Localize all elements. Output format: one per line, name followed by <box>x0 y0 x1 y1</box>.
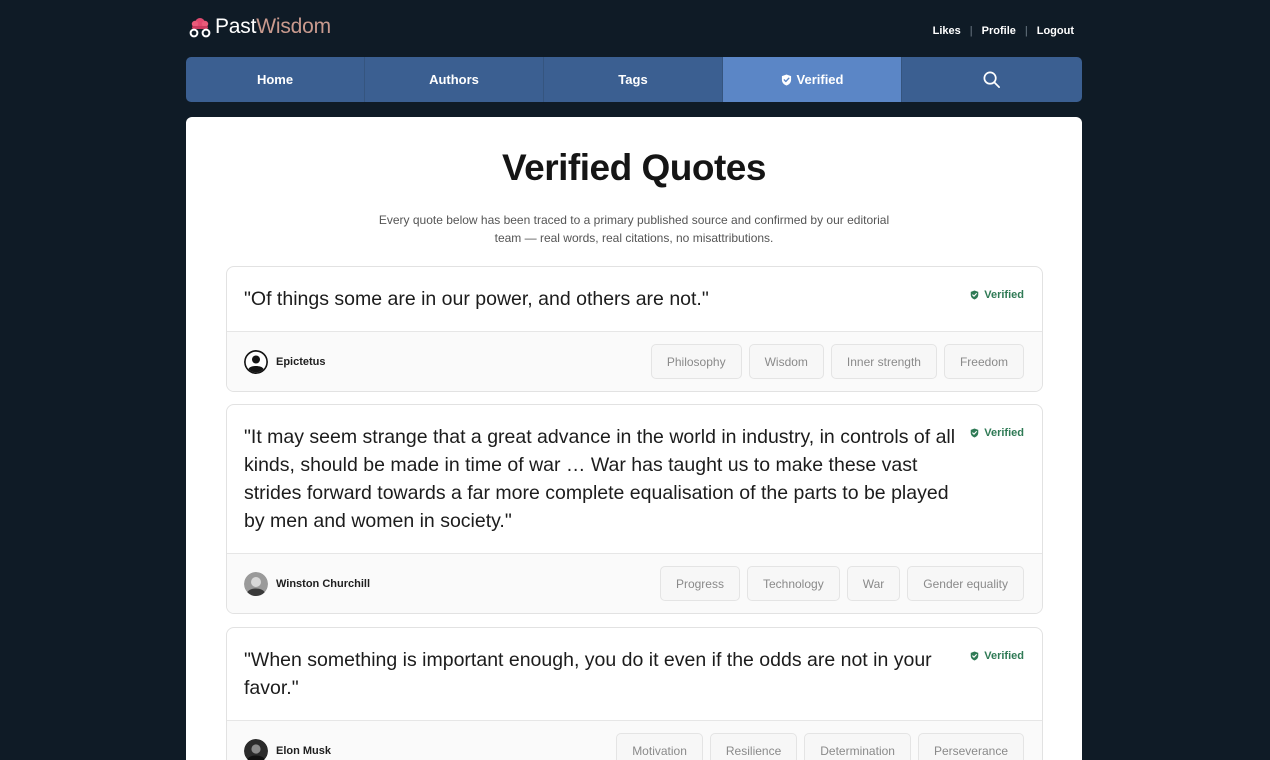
avatar <box>244 571 268 596</box>
logo-text-wisdom: Wisdom <box>256 15 331 38</box>
quote-text: "When something is important enough, you… <box>244 649 932 699</box>
tag-chip[interactable]: Wisdom <box>748 344 824 379</box>
quote-card: "Of things some are in our power, and ot… <box>226 266 1043 392</box>
quote-footer: Winston Churchill Progress Technology Wa… <box>227 554 1042 613</box>
tag-chip[interactable]: Inner strength <box>830 344 937 379</box>
tag-list: Philosophy Wisdom Inner strength Freedom <box>650 344 1024 379</box>
quote-card: "It may seem strange that a great advanc… <box>226 404 1043 614</box>
nav-home[interactable]: Home <box>186 57 365 102</box>
verified-badge-label: Verified <box>984 289 1024 301</box>
page-subtitle: Every quote below has been traced to a p… <box>378 213 890 245</box>
shield-check-icon <box>971 428 979 438</box>
content-panel: Verified Quotes Every quote below has be… <box>186 117 1082 760</box>
shield-check-icon <box>781 74 791 85</box>
verified-badge: Verified <box>970 427 1024 439</box>
separator: | <box>1024 25 1028 37</box>
quote-text: "Of things some are in our power, and ot… <box>244 288 709 310</box>
tag-chip[interactable]: Freedom <box>943 344 1024 379</box>
search-icon <box>983 71 1000 88</box>
tag-chip[interactable]: Philosophy <box>650 344 742 379</box>
nav-verified-label: Verified <box>796 72 844 87</box>
shield-check-icon <box>971 651 979 661</box>
nav-authors[interactable]: Authors <box>365 57 544 102</box>
author-link[interactable]: Winston Churchill <box>244 571 371 596</box>
avatar <box>244 738 268 760</box>
logo-text-past: Past <box>215 15 257 38</box>
nav-tags[interactable]: Tags <box>544 57 723 102</box>
main-nav: Home Authors Tags Verified <box>186 57 1082 102</box>
quote-text: "It may seem strange that a great advanc… <box>244 426 956 532</box>
nav-verified[interactable]: Verified <box>723 57 902 102</box>
author-link[interactable]: Epictetus <box>244 349 326 374</box>
verified-badge: Verified <box>970 289 1024 301</box>
profile-link[interactable]: Profile <box>982 25 1016 37</box>
tag-chip[interactable]: Motivation <box>616 733 703 760</box>
avatar <box>244 349 268 374</box>
tag-chip[interactable]: Gender equality <box>907 566 1024 601</box>
separator: | <box>969 25 973 37</box>
tag-chip[interactable]: War <box>846 566 901 601</box>
tag-chip[interactable]: Technology <box>746 566 840 601</box>
verified-badge-label: Verified <box>984 650 1024 662</box>
nav-home-label: Home <box>256 72 294 87</box>
verified-badge: Verified <box>970 650 1024 662</box>
tag-chip[interactable]: Perseverance <box>917 733 1024 760</box>
site-logo[interactable]: PastWisdom <box>188 14 331 40</box>
logout-link[interactable]: Logout <box>1037 25 1074 37</box>
author-name: Elon Musk <box>276 744 332 757</box>
tag-chip[interactable]: Resilience <box>709 733 798 760</box>
quote-footer: Elon Musk Motivation Resilience Determin… <box>227 721 1042 760</box>
quote-footer: Epictetus Philosophy Wisdom Inner streng… <box>227 332 1042 391</box>
nav-search[interactable] <box>902 57 1081 102</box>
likes-link[interactable]: Likes <box>933 25 961 37</box>
shield-check-icon <box>971 290 979 300</box>
verified-badge-label: Verified <box>984 427 1024 439</box>
nav-authors-label: Authors <box>429 72 479 87</box>
tag-chip[interactable]: Progress <box>659 566 740 601</box>
logo-icon <box>189 18 211 38</box>
user-nav: Likes | Profile | Logout <box>933 25 1074 37</box>
tag-list: Motivation Resilience Determination Pers… <box>616 733 1024 760</box>
quote-card: "When something is important enough, you… <box>226 627 1043 760</box>
author-name: Winston Churchill <box>276 577 371 590</box>
author-link[interactable]: Elon Musk <box>244 738 332 760</box>
page-title: Verified Quotes <box>502 147 766 188</box>
author-name: Epictetus <box>276 355 326 368</box>
tag-chip[interactable]: Determination <box>804 733 911 760</box>
top-bar: PastWisdom Likes | Profile | Logout <box>186 0 1082 57</box>
nav-tags-label: Tags <box>618 72 648 87</box>
tag-list: Progress Technology War Gender equality <box>659 566 1024 601</box>
